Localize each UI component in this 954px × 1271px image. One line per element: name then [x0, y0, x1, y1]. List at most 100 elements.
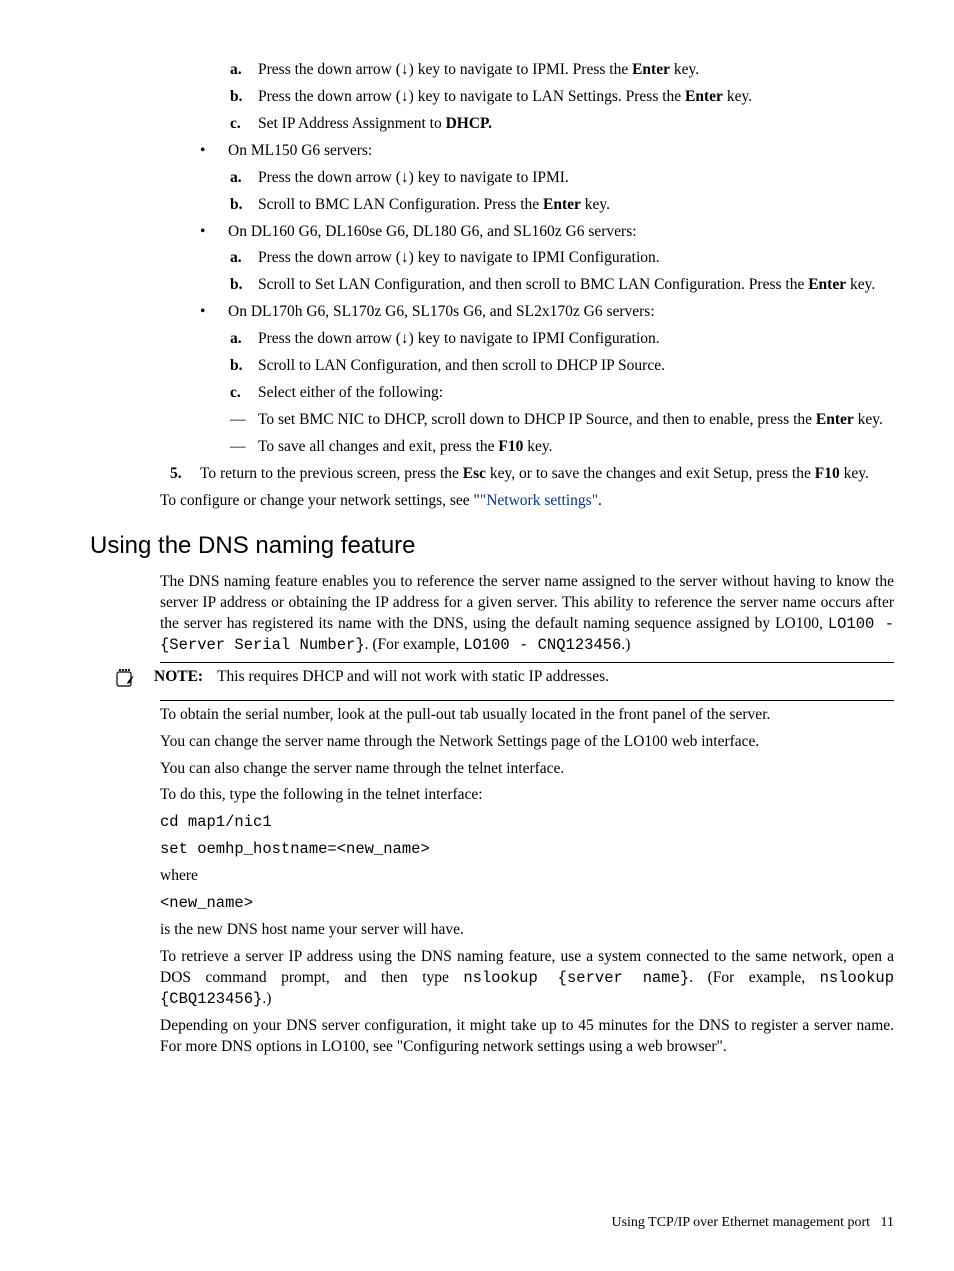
bold: Enter [685, 88, 723, 105]
t2: . (For example, [689, 969, 819, 986]
t: To save all changes and exit, press the [258, 438, 498, 455]
bullet-dl160: On DL160 G6, DL160se G6, DL180 G6, and S… [200, 222, 894, 243]
sub-step-a: a. Press the down arrow (↓) key to navig… [230, 329, 894, 350]
dash-item: To save all changes and exit, press the … [230, 437, 894, 458]
marker-b: b. [230, 195, 258, 216]
note-line: NOTE: This requires DHCP and will not wor… [114, 667, 894, 696]
para-hostname-desc: is the new DNS host name your server wil… [160, 920, 894, 941]
t: Set IP Address Assignment to [258, 115, 446, 132]
sub-step-text: Scroll to LAN Configuration, and then sc… [258, 356, 894, 377]
step-5: 5. To return to the previous screen, pre… [170, 464, 894, 485]
dash-text: To set BMC NIC to DHCP, scroll down to D… [258, 410, 894, 431]
t2: key, or to save the changes and exit Set… [486, 465, 815, 482]
para-change-telnet: You can also change the server name thro… [160, 759, 894, 780]
bold: Enter [543, 196, 581, 213]
rule [160, 700, 894, 701]
note-block: NOTE:This requires DHCP and will not wor… [160, 662, 894, 701]
note-text: This requires DHCP and will not work wit… [217, 668, 609, 685]
marker-a: a. [230, 60, 258, 81]
bold: DHCP. [446, 115, 492, 132]
bullet-icon [200, 141, 228, 162]
t2: key. [670, 61, 699, 78]
note-label: NOTE: [154, 668, 203, 685]
bold: Enter [632, 61, 670, 78]
sub-step-b: b. Scroll to LAN Configuration, and then… [230, 356, 894, 377]
bullet-icon [200, 302, 228, 323]
code: LO100 - CNQ123456 [463, 636, 621, 654]
bold-f10: F10 [815, 465, 840, 482]
note-content: NOTE: This requires DHCP and will not wor… [154, 667, 609, 688]
t2: key. [523, 438, 552, 455]
command-cd: cd map1/nic1 [160, 812, 894, 833]
t2: key. [854, 411, 883, 428]
bullet-ml150: On ML150 G6 servers: [200, 141, 894, 162]
para-dns-delay: Depending on your DNS server configurati… [160, 1016, 894, 1058]
footer-text: Using TCP/IP over Ethernet management po… [611, 1215, 870, 1230]
config-line: To configure or change your network sett… [160, 491, 894, 512]
sub-step-b: b. Press the down arrow (↓) key to navig… [230, 87, 894, 108]
sub-step-text: Press the down arrow (↓) key to navigate… [258, 168, 894, 189]
sub-step-text: Set IP Address Assignment to DHCP. [258, 114, 894, 135]
t: To configure or change your network sett… [160, 492, 480, 509]
t: Scroll to BMC LAN Configuration. Press t… [258, 196, 543, 213]
t2: . (For example, [365, 636, 464, 653]
dns-para-1: The DNS naming feature enables you to re… [160, 572, 894, 656]
bold: Enter [816, 411, 854, 428]
code: nslookup {server name} [463, 969, 689, 987]
marker-b: b. [230, 356, 258, 377]
sub-step-b: b. Scroll to Set LAN Configuration, and … [230, 275, 894, 296]
t2: key. [581, 196, 610, 213]
sub-step-text: Select either of the following: [258, 383, 894, 404]
bullet-dl170h: On DL170h G6, SL170z G6, SL170s G6, and … [200, 302, 894, 323]
marker-a: a. [230, 329, 258, 350]
t: The DNS naming feature enables you to re… [160, 573, 894, 632]
t2: key. [723, 88, 752, 105]
sub-step-b: b. Scroll to BMC LAN Configuration. Pres… [230, 195, 894, 216]
bullet-icon [200, 222, 228, 243]
para-change-web: You can change the server name through t… [160, 732, 894, 753]
note-icon [114, 667, 154, 696]
t3: .) [262, 990, 271, 1007]
sub-step-text: Press the down arrow (↓) key to navigate… [258, 329, 894, 350]
para-retrieve-ip: To retrieve a server IP address using th… [160, 947, 894, 1010]
bold-esc: Esc [463, 465, 486, 482]
rule [160, 662, 894, 663]
marker-b: b. [230, 87, 258, 108]
sub-step-text: Scroll to Set LAN Configuration, and the… [258, 275, 894, 296]
t: To return to the previous screen, press … [200, 465, 463, 482]
step-5-text: To return to the previous screen, press … [200, 464, 894, 485]
t: To set BMC NIC to DHCP, scroll down to D… [258, 411, 816, 428]
dash-item: To set BMC NIC to DHCP, scroll down to D… [230, 410, 894, 431]
sub-step-text: Press the down arrow (↓) key to navigate… [258, 60, 894, 81]
para-where: where [160, 866, 894, 887]
sub-step-a: a. Press the down arrow (↓) key to navig… [230, 60, 894, 81]
bold: F10 [498, 438, 523, 455]
t: Scroll to Set LAN Configuration, and the… [258, 276, 808, 293]
marker-b: b. [230, 275, 258, 296]
bullet-text: On DL170h G6, SL170z G6, SL170s G6, and … [228, 302, 894, 323]
sub-step-text: Scroll to BMC LAN Configuration. Press t… [258, 195, 894, 216]
sub-step-a: a. Press the down arrow (↓) key to navig… [230, 168, 894, 189]
command-set-hostname: set oemhp_hostname=<new_name> [160, 839, 894, 860]
sub-step-c: c. Select either of the following: [230, 383, 894, 404]
t: Press the down arrow (↓) key to navigate… [258, 61, 632, 78]
command-new-name: <new_name> [160, 893, 894, 914]
footer-page: 11 [881, 1215, 894, 1230]
para-serial: To obtain the serial number, look at the… [160, 705, 894, 726]
t: Press the down arrow (↓) key to navigate… [258, 88, 685, 105]
t3: key. [840, 465, 869, 482]
dash-text: To save all changes and exit, press the … [258, 437, 894, 458]
marker-a: a. [230, 248, 258, 269]
para-type-following: To do this, type the following in the te… [160, 785, 894, 806]
network-settings-link[interactable]: "Network settings" [480, 492, 598, 509]
bullet-text: On DL160 G6, DL160se G6, DL180 G6, and S… [228, 222, 894, 243]
t2: key. [846, 276, 875, 293]
marker-c: c. [230, 383, 258, 404]
marker-c: c. [230, 114, 258, 135]
marker-5: 5. [170, 464, 200, 485]
bullet-text: On ML150 G6 servers: [228, 141, 894, 162]
bold: Enter [808, 276, 846, 293]
page-footer: Using TCP/IP over Ethernet management po… [611, 1214, 894, 1233]
dash-icon [230, 410, 258, 431]
marker-a: a. [230, 168, 258, 189]
